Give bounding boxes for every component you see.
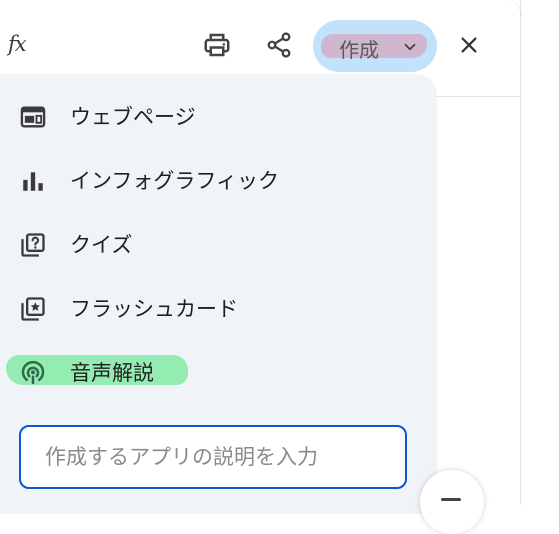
floating-action-button[interactable] (420, 470, 484, 534)
share-button[interactable] (259, 25, 299, 65)
chevron-down-icon (404, 43, 416, 51)
menu-item-audio-overview[interactable]: 音声解説 (0, 340, 437, 404)
right-panel-edge (520, 0, 521, 505)
webpage-icon (18, 102, 48, 132)
formula-fx-icon[interactable]: fx (8, 32, 27, 56)
create-button[interactable]: 作成 (313, 20, 437, 72)
menu-item-label: インフォグラフィック (70, 169, 279, 193)
menu-item-webpage[interactable]: ウェブページ (0, 84, 437, 148)
menu-item-quiz[interactable]: クイズ (0, 212, 437, 276)
create-button-label: 作成 (339, 38, 379, 62)
print-button[interactable] (197, 25, 237, 65)
flashcard-icon (18, 294, 48, 324)
menu-item-label: クイズ (70, 233, 133, 257)
menu-item-infographic[interactable]: インフォグラフィック (0, 148, 437, 212)
print-icon (204, 33, 230, 57)
close-icon (461, 37, 477, 53)
share-icon (267, 32, 291, 58)
minus-icon (441, 498, 461, 501)
app-description-input[interactable] (19, 425, 407, 489)
menu-item-label: フラッシュカード (70, 297, 238, 321)
quiz-icon (18, 230, 48, 260)
menu-item-label: 音声解説 (70, 361, 154, 385)
menu-item-flashcard[interactable]: フラッシュカード (0, 276, 437, 340)
close-button[interactable] (449, 25, 489, 65)
bar-chart-icon (18, 166, 48, 196)
podcast-icon (18, 358, 48, 388)
menu-item-label: ウェブページ (70, 105, 196, 129)
panel-divider (437, 96, 521, 97)
